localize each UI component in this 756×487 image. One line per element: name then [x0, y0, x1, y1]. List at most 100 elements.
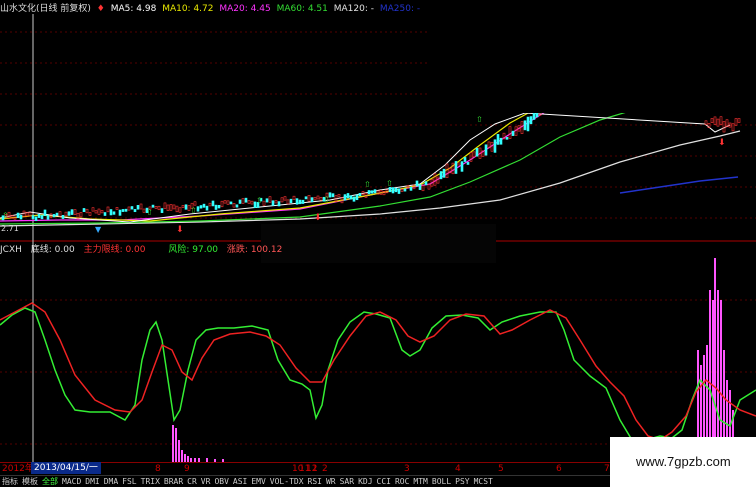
candle [82, 208, 86, 213]
watermark-text: www.7gpzb.com [636, 454, 731, 469]
ma5-value: MA5: 4.98 [110, 4, 157, 14]
candle [271, 200, 275, 206]
candle [40, 215, 44, 220]
candle [91, 207, 95, 212]
buy-markers: ⇧ ⇧ ⇧ ⇧ ⇧ ⇧ ⇧ ⇧ [2, 115, 483, 220]
tab-mcst[interactable]: MCST [472, 476, 495, 487]
candle [475, 148, 479, 157]
candle [31, 215, 35, 219]
rise-fall-value: 涨跌: 100.12 [226, 245, 283, 255]
candle [409, 186, 413, 191]
candle [439, 171, 443, 180]
date-mark: 6 [556, 464, 562, 474]
tab-模板[interactable]: 模板 [20, 476, 40, 487]
date-mark: 2 [322, 464, 328, 474]
tab-fsl[interactable]: FSL [120, 476, 138, 487]
svg-text:⇧: ⇧ [323, 195, 330, 204]
tab-全部[interactable]: 全部 [40, 476, 60, 487]
tab-dmi[interactable]: DMI [83, 476, 101, 487]
candle [424, 181, 428, 186]
candle [139, 203, 143, 210]
candle [223, 200, 227, 204]
candle [355, 194, 359, 201]
stock-chart-window: ⇧ ⇧ ⇧ ⇧ ⇧ ⇧ ⇧ ⇧ ⬇ ⬇ ⬇ ▼ 山水文化(日线 前复权) ♦ M… [0, 0, 756, 487]
candle [196, 206, 200, 212]
down-arrow-icon: ▼ [95, 225, 102, 234]
overlay-box-top-right [428, 0, 756, 113]
date-year: 2012年 [2, 464, 34, 474]
tab-wr[interactable]: WR [324, 476, 338, 487]
candle [520, 121, 524, 134]
tab-vr[interactable]: VR [199, 476, 213, 487]
candle [370, 190, 374, 194]
candle [118, 209, 122, 216]
ma5-line [0, 112, 731, 223]
candle [331, 193, 335, 198]
price-legend: 山水文化(日线 前复权) ♦ MA5: 4.98 MA10: 4.72 MA20… [0, 3, 423, 15]
risk-value: 风险: 97.00 [168, 245, 219, 255]
tab-指标[interactable]: 指标 [0, 476, 20, 487]
candle [22, 210, 26, 218]
svg-text:⇧: ⇧ [386, 179, 393, 188]
candle [217, 205, 221, 209]
candle [109, 209, 113, 216]
candle [247, 200, 251, 204]
tab-rsi[interactable]: RSI [306, 476, 324, 487]
candle [250, 200, 254, 205]
candle [67, 211, 71, 216]
candle [19, 214, 23, 220]
candle [388, 187, 392, 193]
tab-dma[interactable]: DMA [102, 476, 120, 487]
tab-kdj[interactable]: KDJ [356, 476, 374, 487]
candle [722, 121, 726, 133]
tab-cci[interactable]: CCI [375, 476, 393, 487]
candle [490, 141, 494, 152]
tab-mtm[interactable]: MTM [411, 476, 429, 487]
candle [229, 201, 233, 205]
candle [535, 112, 539, 118]
candle [710, 118, 714, 124]
candle [115, 207, 119, 210]
tab-brar[interactable]: BRAR [162, 476, 185, 487]
tab-cr[interactable]: CR [185, 476, 199, 487]
indicator-name: JCXH [0, 245, 22, 255]
candle [64, 211, 68, 217]
candle [16, 212, 20, 219]
tab-macd[interactable]: MACD [60, 476, 83, 487]
candle [367, 190, 371, 195]
candle [523, 120, 527, 131]
candle [358, 192, 362, 197]
tab-trix[interactable]: TRIX [139, 476, 162, 487]
tab-roc[interactable]: ROC [393, 476, 411, 487]
candle [178, 207, 182, 213]
candle [280, 197, 284, 203]
candle [454, 161, 458, 174]
candle [226, 200, 230, 205]
candle [73, 209, 77, 215]
tab-emv[interactable]: EMV [249, 476, 267, 487]
candle [220, 200, 224, 208]
candle [112, 211, 116, 215]
tab-psy[interactable]: PSY [453, 476, 471, 487]
candle [445, 163, 449, 179]
candle [106, 206, 110, 213]
candle [397, 188, 401, 194]
candle [55, 212, 59, 216]
tab-sar[interactable]: SAR [338, 476, 356, 487]
svg-text:⇧: ⇧ [476, 115, 483, 124]
candle [289, 198, 293, 204]
tab-vol-tdx[interactable]: VOL-TDX [268, 476, 306, 487]
candle [391, 187, 395, 194]
candle [124, 208, 128, 212]
candle [214, 204, 218, 210]
candle [343, 194, 347, 201]
candle [274, 200, 278, 204]
tab-asi[interactable]: ASI [231, 476, 249, 487]
tab-boll[interactable]: BOLL [430, 476, 453, 487]
candle [172, 204, 176, 210]
stock-title: 山水文化(日线 前复权) [0, 4, 91, 14]
candle [316, 195, 320, 200]
candle [88, 212, 92, 216]
tab-obv[interactable]: OBV [212, 476, 230, 487]
bottom-line-value: 底线: 0.00 [30, 245, 75, 255]
